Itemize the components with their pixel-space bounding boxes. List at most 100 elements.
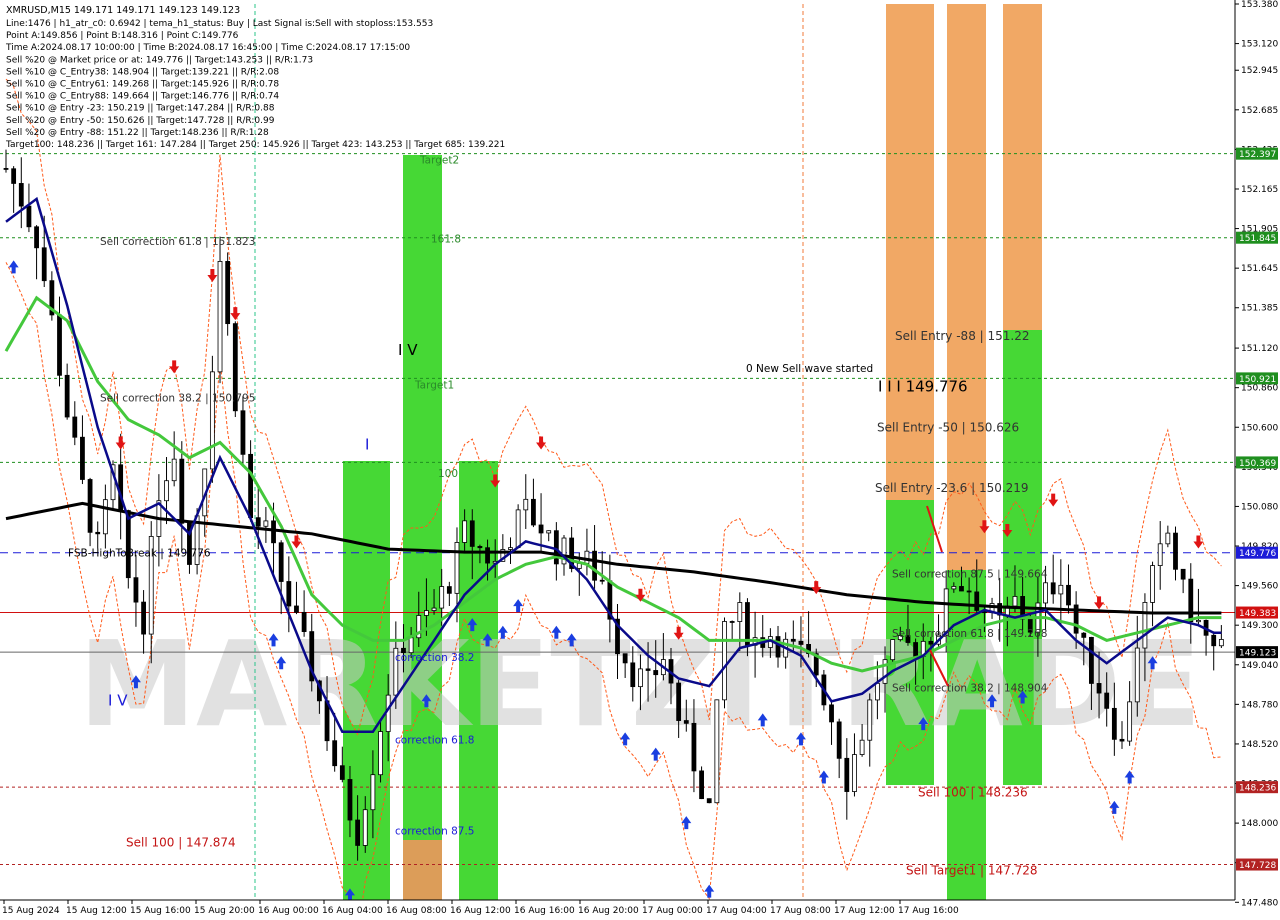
candle-body — [928, 640, 934, 645]
candle-body — [959, 586, 964, 592]
price-badge-label: 149.383 — [1239, 609, 1276, 619]
candle-body — [171, 458, 177, 482]
annotation-label: I — [365, 436, 369, 454]
time-tick-label: 16 Aug 12:00 — [450, 906, 511, 916]
candle-body — [462, 520, 468, 543]
candle-body — [714, 699, 720, 804]
candle-body — [653, 670, 659, 676]
candle-body — [691, 722, 697, 772]
candle-body — [531, 498, 536, 526]
candle-body — [332, 740, 338, 767]
candle-body — [278, 542, 284, 582]
price-tick-label: 152.945 — [1241, 66, 1278, 76]
candle-body — [729, 621, 735, 623]
time-tick-label: 17 Aug 00:00 — [642, 906, 703, 916]
candle-body — [362, 809, 368, 846]
symbol-line: XMRUSD,M15 149.171 149.171 149.123 149.1… — [6, 5, 240, 16]
candle-body — [477, 546, 483, 549]
header-line: Sell %10 @ Entry -23: 150.219 || Target:… — [6, 104, 275, 114]
time-tick-label: 16 Aug 20:00 — [578, 906, 639, 916]
candle-body — [867, 699, 873, 741]
header-line: Sell %10 @ C_Entry38: 148.904 || Target:… — [6, 67, 279, 77]
price-badge-label: 152.397 — [1239, 150, 1276, 160]
candle-body — [1150, 565, 1155, 603]
annotation-label: FSB-HighToBreak | 149.776 — [68, 548, 211, 560]
price-tick-label: 151.120 — [1241, 344, 1278, 354]
price-tick-label: 151.645 — [1241, 264, 1278, 274]
price-badge-label: 150.921 — [1239, 375, 1276, 385]
candle-body — [72, 416, 78, 438]
candle-body — [515, 509, 521, 549]
candle-body — [424, 610, 429, 616]
header-line: Line:1476 | h1_atr_c0: 0.6942 | tema_h1_… — [6, 19, 433, 29]
price-tick-label: 150.860 — [1241, 384, 1278, 394]
candle-body — [1165, 532, 1171, 545]
candle-body — [683, 720, 689, 724]
candle-body — [706, 798, 712, 804]
candle-body — [630, 662, 636, 688]
candle-body — [18, 183, 24, 207]
candle-body — [271, 520, 276, 544]
candle-body — [11, 168, 17, 184]
time-tick-label: 16 Aug 16:00 — [514, 906, 575, 916]
price-axis[interactable]: 153.380153.120152.945152.685152.425152.1… — [1234, 0, 1280, 920]
candle-body — [431, 607, 437, 611]
candle-body — [141, 601, 146, 635]
candle-body — [34, 226, 39, 249]
time-tick-label: 15 Aug 12:00 — [66, 906, 127, 916]
header-line: Sell %20 @ Market price or at: 149.776 |… — [6, 55, 313, 65]
annotation-label: Sell correction 87.5 | 149.664 — [892, 568, 1048, 580]
annotation-label: 100 — [438, 468, 458, 480]
price-badge-label: 151.845 — [1239, 234, 1276, 244]
candle-body — [538, 524, 544, 534]
candle-body — [248, 453, 254, 519]
candle-body — [439, 586, 445, 609]
header-line: Point A:149.856 | Point B:148.316 | Poin… — [6, 31, 239, 41]
time-tick-label: 17 Aug 08:00 — [770, 906, 831, 916]
annotation-label: I V — [398, 341, 418, 359]
time-tick-label: 17 Aug 04:00 — [706, 906, 767, 916]
candle-body — [890, 639, 896, 661]
candle-body — [301, 611, 307, 632]
header-line: Sell %20 @ Entry -88: 151.22 || Target:1… — [6, 128, 269, 138]
candle-body — [347, 779, 353, 821]
candle-body — [844, 757, 850, 792]
price-tick-label: 149.560 — [1241, 582, 1278, 592]
candle-body — [1012, 596, 1018, 607]
candle-body — [469, 520, 475, 547]
time-tick-label: 15 Aug 2024 — [2, 906, 60, 916]
header-line: Target100: 148.236 || Target 161: 147.28… — [5, 140, 505, 150]
candle-body — [446, 586, 452, 594]
candle-body — [737, 602, 743, 622]
candle-body — [286, 581, 292, 607]
candle-body — [3, 168, 9, 170]
time-tick-label: 16 Aug 08:00 — [386, 906, 447, 916]
annotation-label: correction 61.8 — [395, 734, 474, 746]
candle-body — [378, 731, 383, 776]
candle-body — [485, 547, 490, 564]
candle-body — [255, 517, 261, 527]
candle-body — [217, 261, 223, 373]
header-line: Sell %20 @ Entry -50: 150.626 || Target:… — [6, 116, 275, 126]
candle-body — [1180, 568, 1186, 580]
chart-background — [0, 0, 1280, 920]
candle-body — [209, 371, 215, 470]
time-tick-label: 16 Aug 00:00 — [258, 906, 319, 916]
candle-body — [179, 458, 185, 524]
annotation-label: Sell correction 38.2 | 150.795 — [100, 393, 255, 405]
candle-body — [523, 498, 529, 511]
candle-body — [974, 591, 980, 611]
orange-zone-small — [403, 840, 442, 900]
price-tick-label: 150.600 — [1241, 423, 1278, 433]
price-tick-label: 151.385 — [1241, 304, 1278, 314]
candle-body — [1134, 647, 1140, 703]
time-tick-label: 15 Aug 20:00 — [194, 906, 255, 916]
time-axis[interactable]: 15 Aug 2024 15 Aug 12:00 15 Aug 16:00 15 Au… — [0, 899, 1235, 920]
trading-chart[interactable]: MARKETZITRADE Sell correction 61.8 | 151… — [0, 0, 1280, 920]
candle-body — [57, 314, 62, 376]
candle-body — [836, 721, 842, 759]
candle-body — [1111, 707, 1117, 740]
candle-body — [553, 530, 559, 565]
annotation-label: Sell correction 61.8 | 149.268 — [892, 628, 1047, 640]
chart-canvas[interactable]: MARKETZITRADE Sell correction 61.8 | 151… — [0, 0, 1280, 920]
